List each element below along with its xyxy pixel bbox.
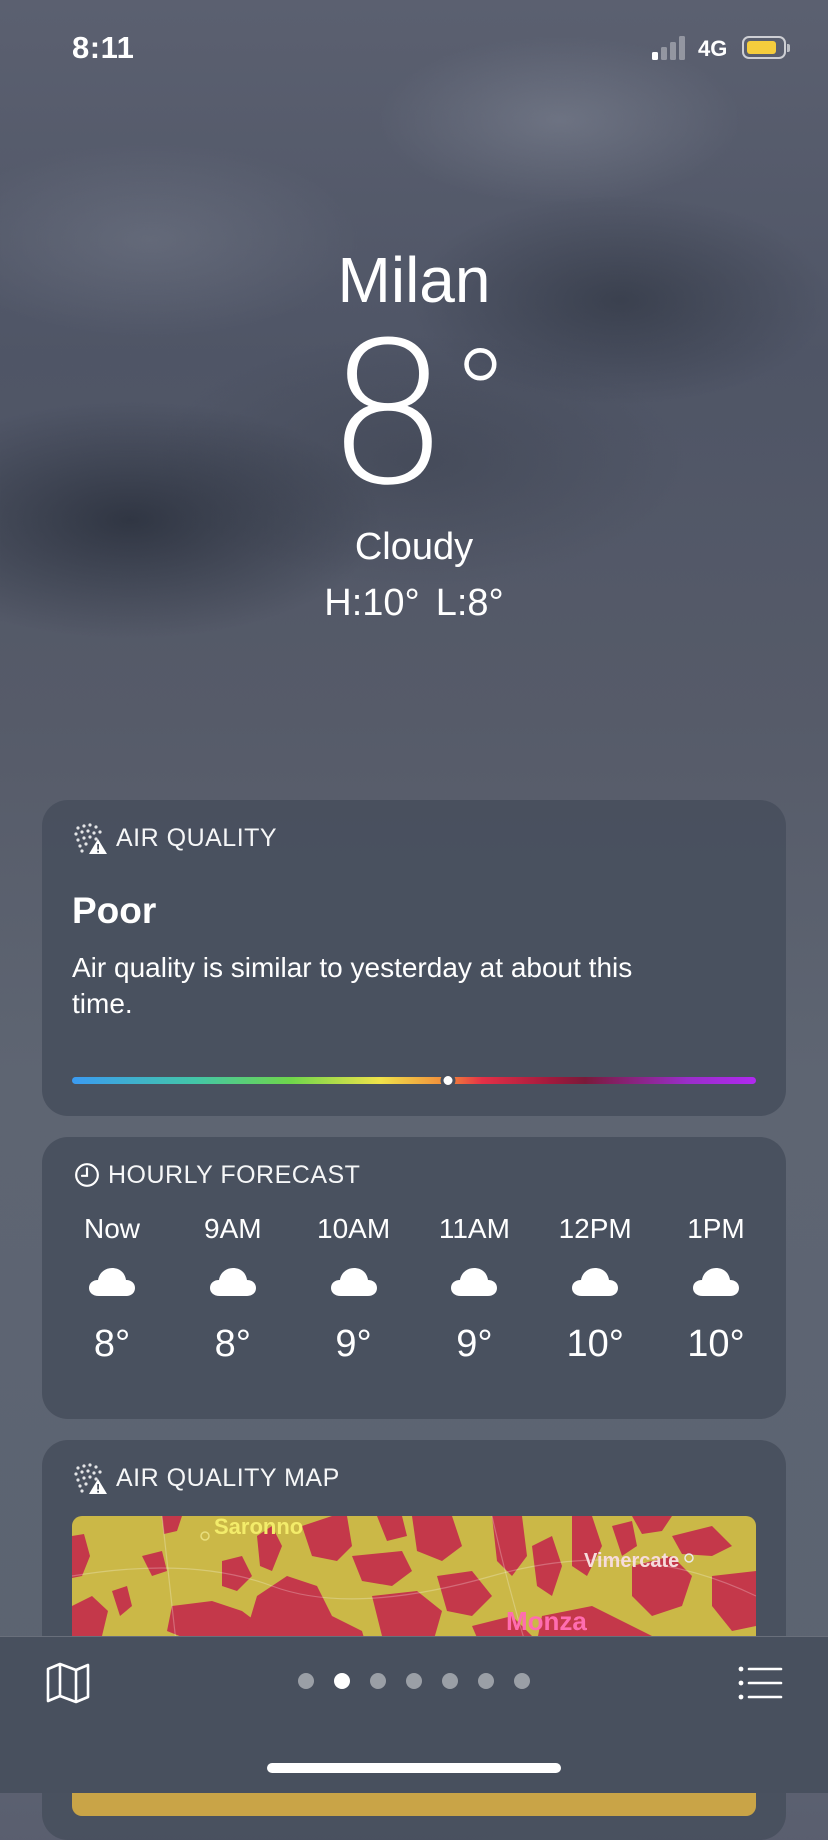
air-quality-map-title: AIR QUALITY MAP (116, 1463, 340, 1492)
air-quality-scale (72, 1073, 756, 1088)
hour-temperature: 8° (214, 1323, 251, 1365)
cloud-icon (89, 1268, 135, 1296)
air-quality-icon (74, 1463, 107, 1494)
cloud-icon (330, 1268, 377, 1296)
network-type: 4G (698, 36, 728, 61)
air-quality-card[interactable]: AIR QUALITY Poor Air quality is similar … (42, 800, 786, 1116)
air-quality-header: AIR QUALITY (72, 818, 756, 858)
air-quality-map-header: AIR QUALITY MAP (72, 1458, 756, 1498)
status-bar: 8:11 4G (0, 0, 828, 100)
hour-time: 9AM (204, 1213, 262, 1244)
hourly-forecast-item: 10AM 9° (314, 1211, 394, 1367)
hourly-forecast-item: 11AM 9° (434, 1211, 514, 1367)
hour-temperature: 9° (456, 1323, 493, 1365)
hour-time: 1PM (687, 1213, 745, 1244)
signal-strength-icon (652, 36, 686, 60)
status-time: 8:11 (72, 30, 135, 65)
current-weather: Milan 8° Cloudy H:10° L:8° (0, 240, 828, 626)
low-temperature: L:8° (435, 582, 504, 624)
page-dot[interactable] (442, 1673, 458, 1689)
page-dot[interactable] (514, 1673, 530, 1689)
air-quality-title: AIR QUALITY (116, 823, 278, 852)
page-dot[interactable] (478, 1673, 494, 1689)
page-dot[interactable] (298, 1673, 314, 1689)
hour-time: 11AM (438, 1213, 510, 1244)
page-dot[interactable] (406, 1673, 422, 1689)
hourly-forecast-item: 9AM 8° (193, 1211, 273, 1367)
hourly-forecast-card[interactable]: HOURLY FORECAST Now 8° 9AM 8° 10AM 9° 11AM 9° 12… (42, 1137, 786, 1419)
cloud-icon (692, 1268, 739, 1296)
hour-time: 12PM (558, 1213, 632, 1244)
map-label-saronno: Saronno (214, 1516, 304, 1539)
bottom-toolbar (0, 1636, 828, 1793)
battery-icon (742, 36, 790, 59)
high-temperature: H:10° (324, 582, 420, 624)
home-indicator[interactable] (267, 1763, 561, 1773)
weather-condition: Cloudy (354, 526, 474, 568)
map-label-monza: Monza (506, 1606, 587, 1636)
hour-temperature: 9° (335, 1323, 372, 1365)
hour-temperature: 10° (566, 1323, 624, 1365)
cloud-icon (209, 1268, 256, 1296)
hourly-forecast-item: Now 8° (72, 1211, 152, 1367)
air-quality-description: Air quality is similar to yesterday at a… (72, 952, 633, 1019)
cloud-icon (451, 1268, 498, 1296)
high-low-temperature: H:10° L:8° (0, 580, 828, 626)
list-icon[interactable] (736, 1659, 784, 1707)
air-quality-icon (74, 823, 107, 854)
hour-time: Now (83, 1213, 140, 1244)
hourly-forecast-item: 12PM 10° (555, 1211, 635, 1367)
clock-icon (75, 1163, 99, 1187)
cloud-icon (572, 1268, 619, 1296)
hourly-forecast-title: HOURLY FORECAST (108, 1160, 361, 1189)
page-dot[interactable] (370, 1673, 386, 1689)
hourly-forecast-list[interactable]: Now 8° 9AM 8° 10AM 9° 11AM 9° 12PM 10° 1PM 10° (72, 1211, 756, 1367)
hour-temperature: 10° (687, 1323, 745, 1365)
hourly-forecast-item: 1PM 10° (676, 1211, 756, 1367)
page-dot[interactable] (334, 1673, 350, 1689)
current-temperature: 8° (325, 301, 511, 529)
air-quality-indicator (440, 1073, 456, 1088)
map-label-vimercate: Vimercate (584, 1550, 680, 1572)
hour-temperature: 8° (93, 1323, 131, 1365)
hourly-forecast-header: HOURLY FORECAST (72, 1155, 756, 1195)
page-indicator[interactable] (0, 1673, 828, 1689)
hour-time: 10AM (317, 1213, 391, 1244)
air-quality-level: Poor (72, 890, 157, 931)
